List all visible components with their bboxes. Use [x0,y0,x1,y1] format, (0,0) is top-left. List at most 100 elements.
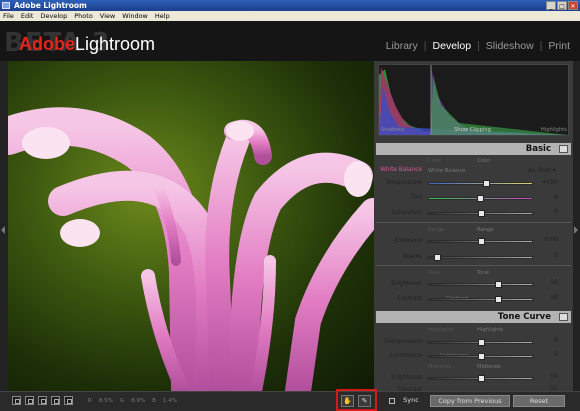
tone-brightness-slider[interactable] [428,375,533,382]
contrast-slider[interactable] [428,296,533,303]
contrast-label: Contrast [397,296,422,302]
before-after-lr-icon[interactable] [38,396,47,405]
saturation-knob[interactable] [478,210,485,217]
rgb-r-value: 8.5% [98,398,113,404]
rgb-b-label: B [152,398,156,404]
module-separator: | [423,40,427,52]
exposure-label: Exposure [395,238,422,244]
copy-from-previous-button[interactable]: Copy from Previous [430,395,510,407]
midtones-sublabel: Midtones [428,364,452,370]
white-balance-sublabel: White Balance [428,168,466,174]
tone-sublabel: Tone [428,270,440,276]
menu-view[interactable]: View [100,11,115,21]
tone-curve-panel-header[interactable]: Tone Curve [376,311,571,323]
tone-brightness-value[interactable]: 50 [535,373,558,380]
minimize-button[interactable]: _ [546,1,556,10]
compression-label: Compression [384,339,422,345]
blacks-knob[interactable] [433,254,441,261]
close-button[interactable]: ✕ [568,1,578,10]
menu-photo[interactable]: Photo [74,11,93,21]
tint-slider[interactable] [428,195,533,202]
basic-panel-title: Basic [525,144,551,154]
compression-value[interactable]: 0 [535,337,558,344]
rgb-readout: R 8.5% G 8.9% B 1.4% [88,398,177,404]
menu-develop[interactable]: Develop [40,11,67,21]
range-sublabel-secondary: Range [477,227,494,233]
blacks-slider[interactable] [428,254,533,261]
tone-curve-panel-title: Tone Curve [497,312,551,322]
compression-knob[interactable] [478,339,485,346]
menu-window[interactable]: Window [122,11,148,21]
module-develop[interactable]: Develop [433,40,472,52]
app-icon [2,2,10,9]
tint-knob[interactable] [477,195,485,202]
compression-slider[interactable] [428,339,533,346]
expand-right-icon [574,226,578,234]
exposure-slider[interactable] [428,238,533,245]
window-titlebar: Adobe Lightroom _ □ ✕ [0,0,580,11]
reset-button[interactable]: Reset [513,395,565,407]
blacks-value[interactable]: 5 [535,252,558,259]
luminance-slider[interactable] [428,353,533,360]
collapse-icon[interactable] [559,313,568,321]
photo-preview[interactable] [8,61,374,391]
exposure-value[interactable]: 0.00 [535,236,558,243]
histogram [378,64,569,136]
saturation-slider[interactable] [428,210,533,217]
basic-panel-header[interactable]: Basic [376,143,571,155]
tone-brightness-knob[interactable] [478,375,485,382]
before-after-tb-icon[interactable] [51,396,60,405]
contrast-knob[interactable] [494,296,502,303]
exposure-knob[interactable] [478,238,485,245]
sync-checkbox[interactable] [389,398,395,404]
loupe-view-icon[interactable] [12,396,21,405]
module-library[interactable]: Library [386,40,418,52]
maximize-button[interactable]: □ [557,1,567,10]
color-sublabel-secondary: Color [477,158,491,164]
section-divider [376,265,571,266]
window-title: Adobe Lightroom [14,1,87,10]
histogram-shadows-label[interactable]: Shadows [381,127,404,133]
histogram-labels: Shadows Show Clipping Highlights [381,127,567,133]
range-sublabel: Range [428,227,445,233]
module-print[interactable]: Print [548,40,570,52]
white-balance-label: White Balance [380,167,422,173]
rgb-g-value: 8.9% [131,398,146,404]
white-balance-select[interactable]: As Shot ▾ [528,167,556,174]
midtones-sublabel-secondary: Midtones [477,364,501,370]
crop-tool-icon[interactable] [64,396,73,405]
grid-view-icon[interactable] [25,396,34,405]
window-controls: _ □ ✕ [546,1,578,10]
luminance-knob[interactable] [478,353,485,360]
temperature-value[interactable]: 4450 [535,179,558,186]
left-panel-toggle[interactable] [0,61,8,391]
brightness-knob[interactable] [494,281,502,288]
flower-image [8,107,374,391]
color-sublabel: Color [428,158,442,164]
menu-file[interactable]: File [3,11,14,21]
histogram-clipping-label[interactable]: Show Clipping [454,127,491,133]
luminance-label: Luminance [390,353,422,359]
temperature-slider[interactable] [428,180,533,187]
saturation-value[interactable]: 0 [535,208,558,215]
module-separator: | [539,40,543,52]
logo-product: Lightroom [75,34,156,54]
histogram-highlights-label[interactable]: Highlights [541,127,567,133]
temperature-knob[interactable] [482,180,490,187]
menu-edit[interactable]: Edit [21,11,34,21]
brightness-value[interactable]: 50 [535,279,558,286]
menu-help[interactable]: Help [155,11,170,21]
right-panel-toggle[interactable] [573,61,580,391]
brightness-label: Brightness [391,281,422,287]
module-slideshow[interactable]: Slideshow [486,40,534,52]
sync-button[interactable]: Sync [398,395,424,407]
brightness-slider[interactable] [428,281,533,288]
contrast-value[interactable]: 50 [535,294,558,301]
tint-value[interactable]: -6 [535,194,558,201]
collapse-icon[interactable] [559,145,568,153]
luminance-value[interactable]: 0 [535,351,558,358]
highlights-sublabel: Highlights [428,327,455,333]
menu-bar: File Edit Develop Photo View Window Help [0,11,580,21]
saturation-label: Saturation [391,210,422,216]
tone-brightness-label: Brightness [391,375,422,381]
